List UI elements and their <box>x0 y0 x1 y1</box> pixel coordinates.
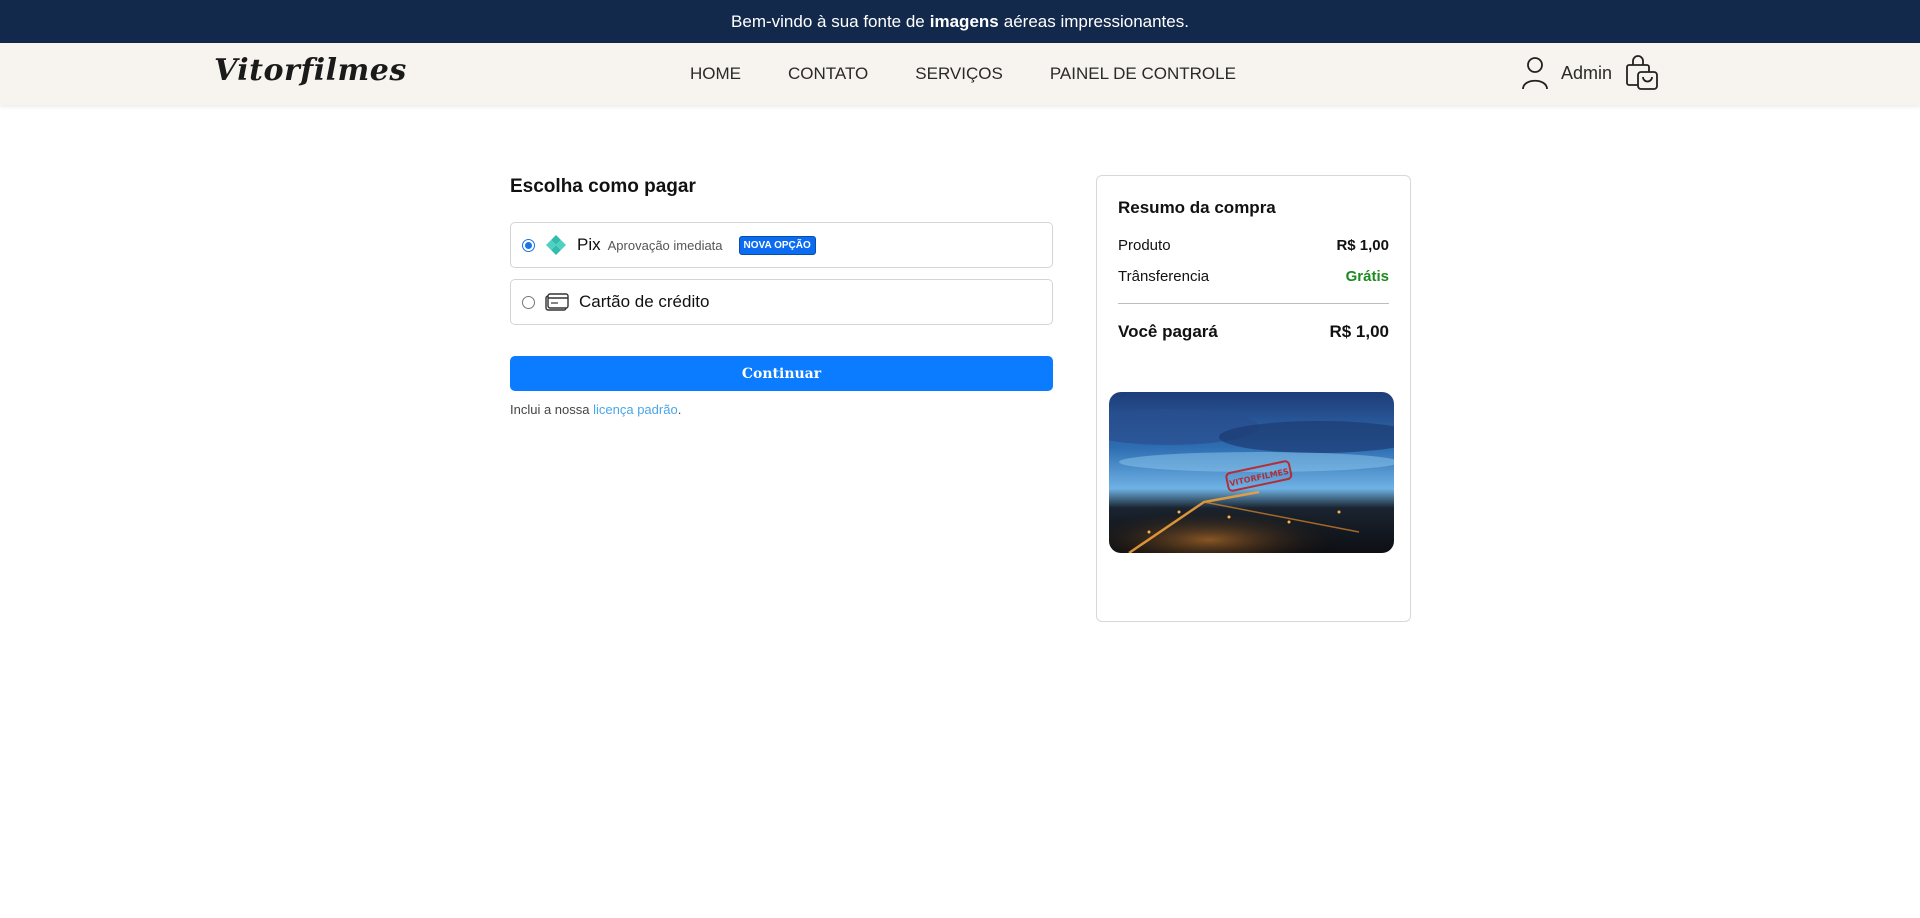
pix-icon <box>546 235 566 255</box>
user-area: Admin <box>1520 53 1660 93</box>
announcement-bar: Bem-vindo à sua fonte de imagens aéreas … <box>0 0 1920 43</box>
announcement-text-start: Bem-vindo à sua fonte de <box>731 11 925 31</box>
transfer-label: Trânsferencia <box>1118 268 1210 285</box>
pix-subtitle: Aprovação imediata <box>607 237 723 253</box>
transfer-value: Grátis <box>1345 268 1389 285</box>
payment-option-pix[interactable]: Pix Aprovação imediata NOVA OPÇÃO <box>510 222 1053 268</box>
continue-button[interactable]: Continuar <box>510 356 1053 391</box>
license-suffix: . <box>677 402 682 417</box>
main-nav: HOME CONTATO SERVIÇOS PAINEL DE CONTROLE <box>690 43 1283 105</box>
credit-card-radio[interactable] <box>522 295 535 309</box>
total-value: R$ 1,00 <box>1329 322 1389 341</box>
credit-card-label: Cartão de crédito <box>579 292 710 311</box>
site-logo[interactable]: Vitorfilmes <box>214 53 407 88</box>
announcement-text-end: aéreas impressionantes. <box>1003 11 1189 31</box>
credit-card-icon <box>545 293 569 311</box>
license-note: Inclui a nossa licença padrão. <box>510 402 681 417</box>
purchase-summary-card: Resumo da compra Produto R$ 1,00 Trânsfe… <box>1096 175 1411 622</box>
summary-transfer-row: Trânsferencia Grátis <box>1118 268 1389 285</box>
new-option-badge: NOVA OPÇÃO <box>738 235 816 255</box>
product-label: Produto <box>1118 237 1171 254</box>
nav-servicos[interactable]: SERVIÇOS <box>915 64 1003 84</box>
nav-contato[interactable]: CONTATO <box>788 64 868 84</box>
pix-label: Pix <box>577 235 601 254</box>
nav-home[interactable]: HOME <box>690 64 741 84</box>
summary-divider <box>1118 303 1389 304</box>
summary-product-row: Produto R$ 1,00 <box>1118 237 1389 254</box>
summary-title: Resumo da compra <box>1118 198 1276 217</box>
pix-radio[interactable] <box>522 238 535 252</box>
license-link[interactable]: licença padrão <box>593 402 678 417</box>
user-icon[interactable] <box>1520 56 1550 90</box>
admin-label[interactable]: Admin <box>1561 63 1612 84</box>
payment-option-credit-card[interactable]: Cartão de crédito <box>510 279 1053 325</box>
license-prefix: Inclui a nossa <box>510 402 590 417</box>
nav-painel-de-controle[interactable]: PAINEL DE CONTROLE <box>1050 64 1236 84</box>
product-value: R$ 1,00 <box>1336 237 1389 254</box>
site-header: Vitorfilmes HOME CONTATO SERVIÇOS PAINEL… <box>0 43 1920 105</box>
total-label: Você pagará <box>1118 322 1218 341</box>
product-preview-image: VITORFILMES <box>1109 392 1394 553</box>
payment-title: Escolha como pagar <box>510 176 696 197</box>
announcement-text-bold: imagens <box>929 11 999 31</box>
summary-total-row: Você pagará R$ 1,00 <box>1118 322 1389 342</box>
shopping-bag-icon[interactable] <box>1624 55 1660 91</box>
